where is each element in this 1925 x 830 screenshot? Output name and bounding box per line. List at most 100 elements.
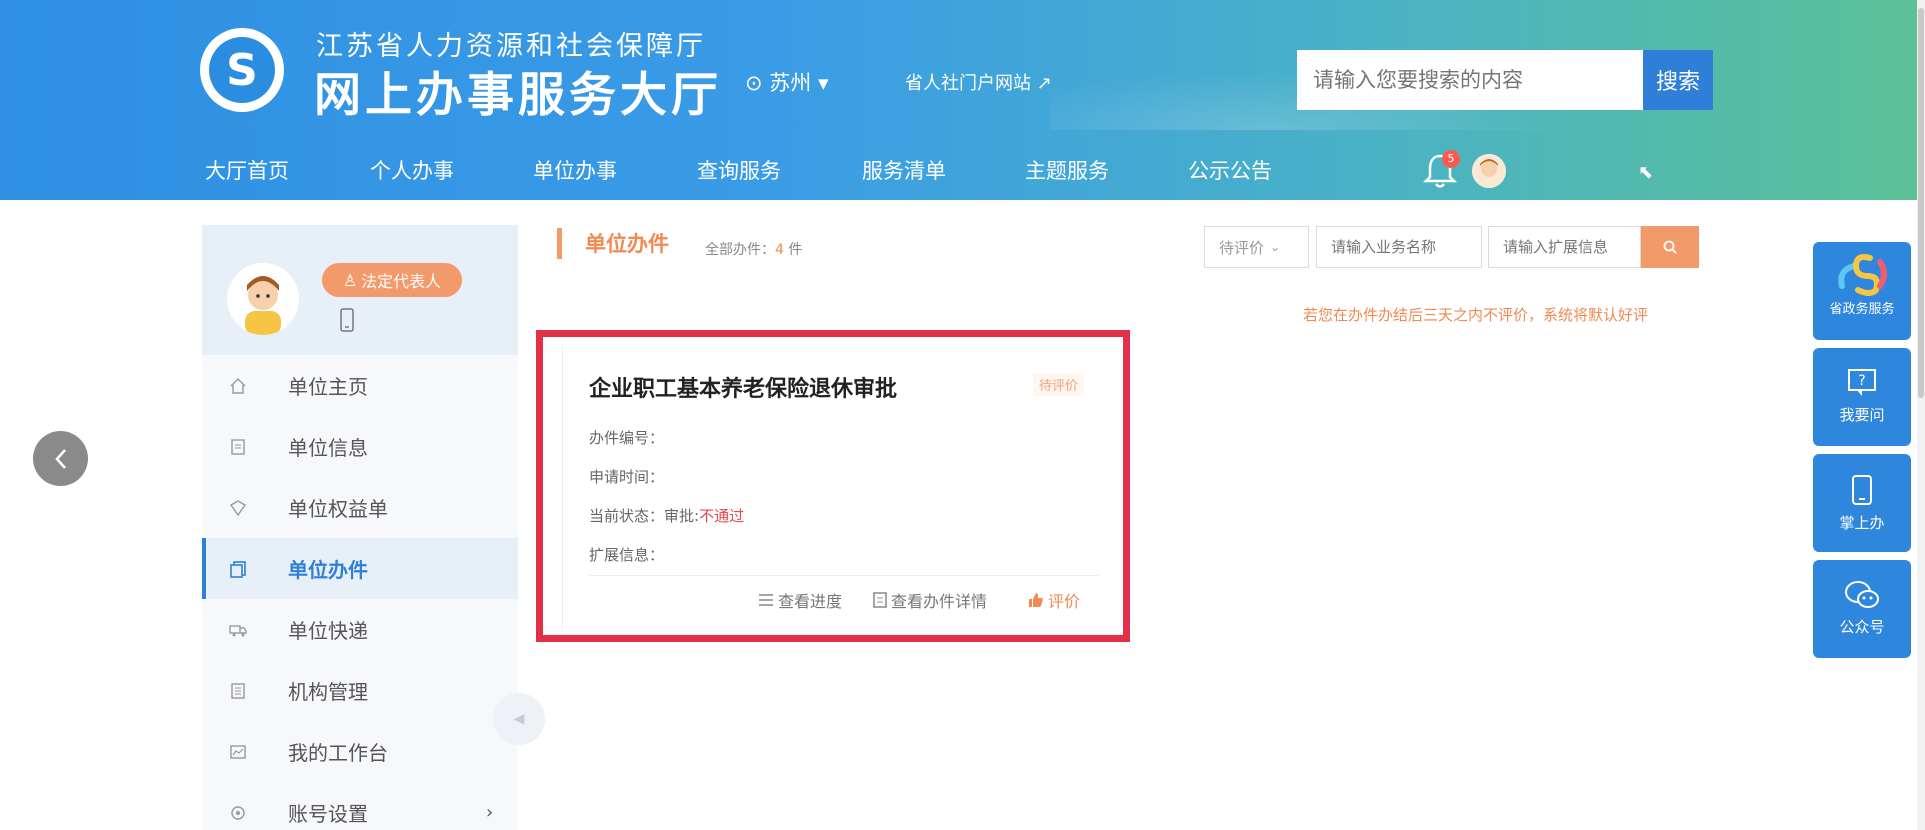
case-card[interactable]: 企业职工基本养老保险退休审批 待评价 办件编号： 申请时间： 当前状态：审批:不…	[562, 345, 1110, 630]
truck-icon	[229, 624, 247, 636]
view-progress-label: 查看进度	[778, 592, 843, 611]
nav-unit[interactable]: 单位办事	[533, 155, 617, 185]
float-label: 掌上办	[1839, 514, 1885, 532]
phone-icon[interactable]	[340, 308, 354, 332]
rate-link[interactable]: 评价	[1028, 588, 1080, 612]
float-label: 我要问	[1839, 406, 1885, 424]
sidebar-item-label: 单位主页	[288, 375, 368, 399]
portal-link-label: 省人社门户网站	[905, 73, 1031, 94]
nav-personal[interactable]: 个人办事	[370, 155, 454, 185]
scrollbar-thumb[interactable]	[1918, 8, 1924, 398]
sidebar-item-workbench[interactable]: 我的工作台	[202, 721, 518, 782]
gov-service-icon	[1838, 254, 1887, 296]
nav-home[interactable]: 大厅首页	[205, 155, 289, 185]
sidebar-item-label: 机构管理	[288, 680, 368, 704]
sidebar-item-unit-express[interactable]: 单位快递	[202, 599, 518, 660]
rate-label: 评价	[1048, 592, 1081, 611]
state-prefix: 审批:	[664, 507, 700, 525]
total-label: 全部办件：	[705, 242, 775, 258]
sidebar-menu: 单位主页 单位信息 单位权益单 单位办件 单位快递 机构管理 我的工作台 账号设…	[202, 355, 518, 830]
sidebar-item-unit-home[interactable]: 单位主页	[202, 355, 518, 416]
ask-question-button[interactable]: ? 我要问	[1813, 348, 1911, 446]
home-icon	[230, 377, 246, 394]
total-unit: 件	[788, 242, 803, 258]
document-icon	[231, 438, 245, 455]
list-icon	[759, 594, 773, 606]
status-filter-value: 待评价	[1219, 238, 1265, 257]
float-label: 公众号	[1839, 618, 1885, 636]
sidebar-item-account-settings[interactable]: 账号设置 ›	[202, 782, 518, 830]
sidebar-item-unit-rights[interactable]: 单位权益单	[202, 477, 518, 538]
role-badge: ♙ 法定代表人	[322, 263, 462, 297]
caret-down-icon: ▾	[817, 71, 829, 95]
mouse-cursor-icon: ⬉	[1638, 162, 1654, 183]
sidebar-item-unit-info[interactable]: 单位信息	[202, 416, 518, 477]
thumbs-up-icon	[1029, 593, 1043, 607]
chevron-left-icon	[54, 448, 66, 469]
chart-icon	[230, 744, 246, 759]
float-label: 省政务服务	[1829, 302, 1895, 317]
sidebar-item-label: 单位信息	[288, 436, 368, 460]
state-value: 不通过	[699, 507, 745, 525]
mobile-service-button[interactable]: 掌上办	[1813, 454, 1911, 552]
case-title: 企业职工基本养老保险退休审批	[589, 377, 898, 402]
status-badge: 待评价	[1033, 373, 1085, 396]
hall-title: 网上办事服务大厅	[314, 68, 722, 123]
city-label: 苏州	[769, 71, 812, 95]
extension-field: 扩展信息：	[589, 546, 665, 564]
avatar-face-icon	[227, 263, 299, 335]
sidebar-item-label: 账号设置	[288, 802, 368, 826]
role-badge-label: 法定代表人	[361, 272, 442, 291]
total-number: 4	[775, 242, 784, 258]
search-button[interactable]: 搜索	[1643, 50, 1713, 110]
caret-left-icon: ◀	[513, 711, 525, 727]
chevron-down-icon: ⌄	[1270, 240, 1281, 254]
case-number-field: 办件编号：	[589, 429, 665, 447]
wechat-account-button[interactable]: 公众号	[1813, 560, 1911, 658]
status-filter-select[interactable]: 待评价 ⌄	[1204, 226, 1309, 268]
building-icon	[231, 682, 245, 699]
view-progress-link[interactable]: 查看进度	[758, 588, 842, 612]
nav-query[interactable]: 查询服务	[697, 155, 781, 185]
search-input[interactable]	[1297, 50, 1643, 110]
profile-card: ♙ 法定代表人	[202, 225, 518, 355]
user-avatar[interactable]	[1472, 154, 1506, 188]
user-icon: ♙	[342, 270, 358, 290]
mobile-icon	[1852, 475, 1872, 505]
prev-arrow-button[interactable]	[33, 431, 88, 486]
location-pin-icon: ⊙	[745, 71, 763, 95]
sidebar-collapse-button[interactable]: ◀	[493, 693, 545, 745]
settings-icon	[231, 805, 245, 820]
business-name-input[interactable]	[1316, 226, 1482, 268]
total-case-count: 全部办件：4 件	[705, 239, 802, 259]
sidebar-item-label: 单位快递	[288, 619, 368, 643]
page-title: 单位办件	[585, 232, 669, 256]
city-selector[interactable]: ⊙ 苏州 ▾	[745, 67, 829, 97]
share-arrow-icon: ↗	[1036, 73, 1052, 94]
document-icon	[873, 592, 887, 608]
sidebar-item-org-management[interactable]: 机构管理	[202, 660, 518, 721]
portal-link[interactable]: 省人社门户网站 ↗	[905, 69, 1052, 95]
evaluation-notice: 若您在办件办结后三天之内不评价，系统将默认好评	[1303, 306, 1649, 324]
card-divider	[589, 575, 1099, 576]
sidebar-item-unit-cases[interactable]: 单位办件	[202, 538, 518, 599]
shield-icon	[229, 499, 247, 516]
nav-service-list[interactable]: 服务清单	[862, 155, 946, 185]
sidebar-item-label: 单位权益单	[288, 497, 388, 521]
filter-search-button[interactable]	[1641, 226, 1699, 268]
profile-avatar[interactable]	[227, 263, 299, 335]
wechat-icon	[1845, 581, 1879, 608]
logo-mark-icon: S	[209, 37, 275, 103]
section-accent-bar	[557, 228, 562, 259]
view-detail-link[interactable]: 查看办件详情	[873, 588, 987, 612]
sidebar-item-label: 我的工作台	[288, 741, 388, 765]
question-icon: ?	[1848, 369, 1876, 396]
avatar-face-icon	[1472, 154, 1506, 188]
files-icon	[230, 560, 246, 578]
nav-topic[interactable]: 主题服务	[1025, 155, 1109, 185]
gov-service-button[interactable]: 省政务服务	[1813, 242, 1911, 340]
hrss-logo[interactable]: S	[200, 28, 284, 112]
extension-info-input[interactable]	[1488, 226, 1641, 268]
nav-notice[interactable]: 公示公告	[1188, 155, 1272, 185]
state-label: 当前状态：	[589, 507, 665, 525]
